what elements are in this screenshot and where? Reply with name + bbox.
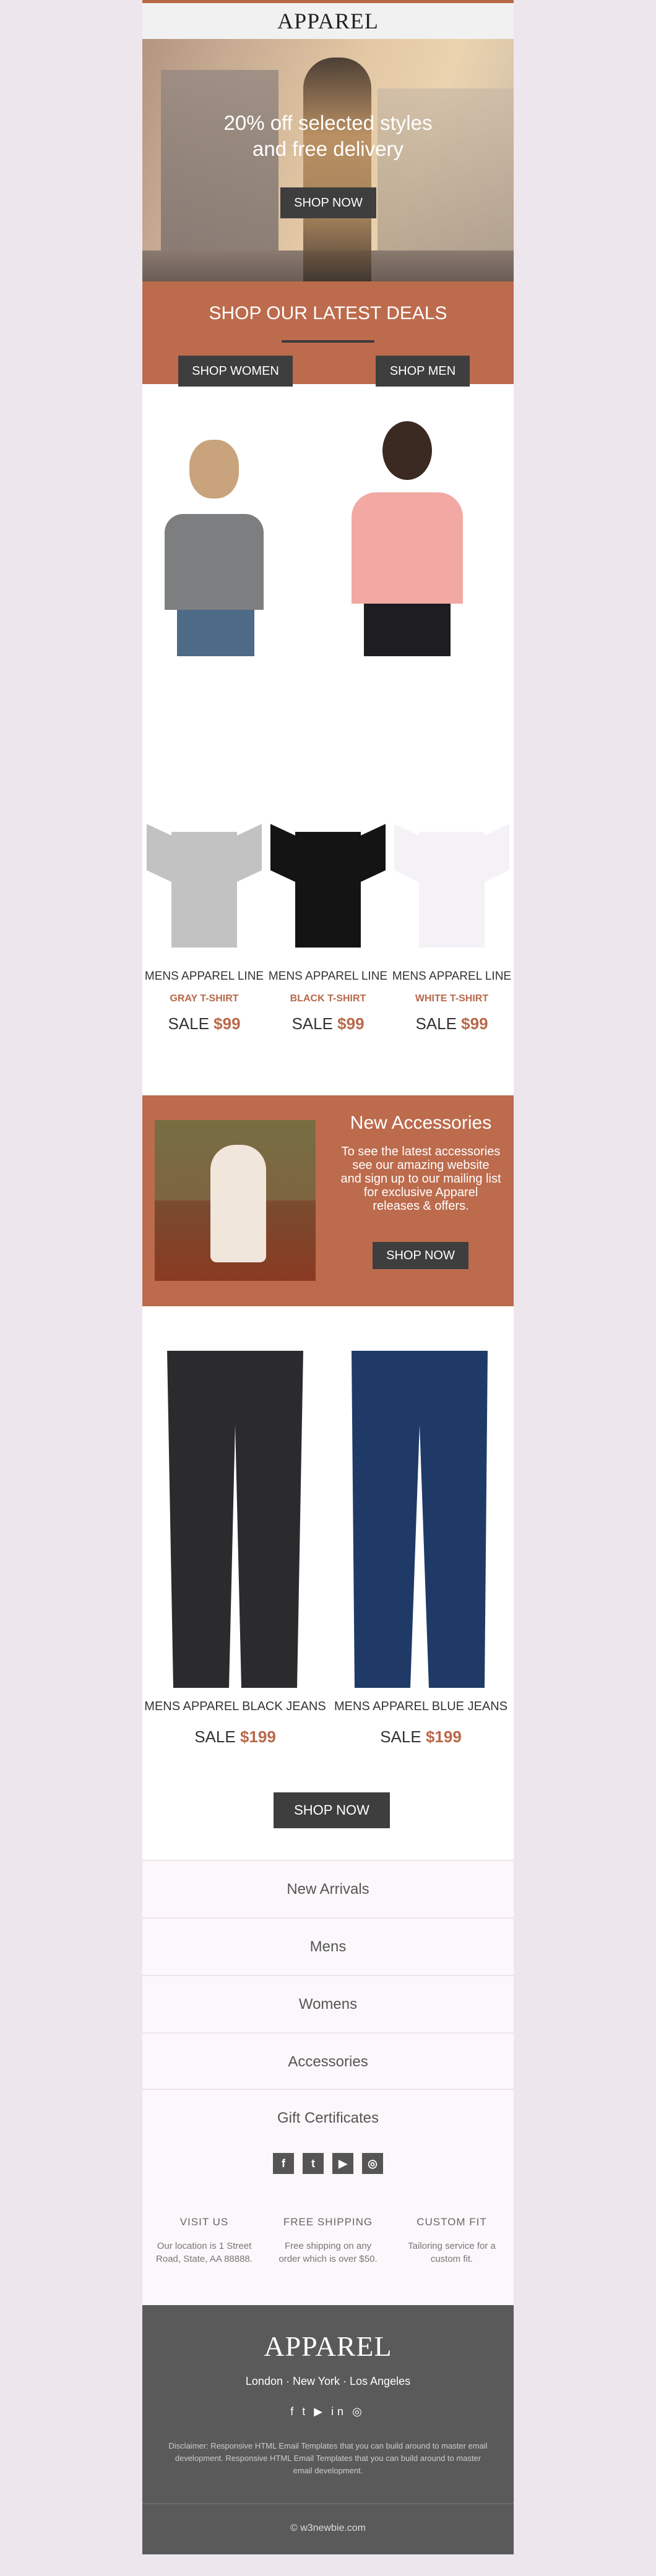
price-value: $99 [214, 1014, 241, 1033]
hero-headline-line2: and free delivery [252, 137, 404, 160]
men-model-pants [364, 604, 451, 656]
men-model-shirt [352, 492, 463, 604]
info-text: Our location is 1 Street Road, State, AA… [156, 2241, 252, 2264]
product-card: MENS APPAREL LINE WHITE T-SHIRT SALE $99 [390, 824, 514, 1033]
jeans-price: SALE $199 [328, 1727, 514, 1747]
men-model-image[interactable] [345, 421, 469, 669]
nav-item-mens[interactable]: Mens [142, 1917, 514, 1975]
brand-logo[interactable]: APPAREL [277, 8, 379, 34]
product-color[interactable]: WHITE T-SHIRT [390, 993, 514, 1004]
product-image-black-tshirt[interactable] [270, 824, 386, 948]
header: APPAREL [142, 3, 514, 39]
jeans-name: MENS APPAREL BLUE JEANS [334, 1700, 508, 1713]
nav-item-womens[interactable]: Womens [142, 1975, 514, 2032]
instagram-icon[interactable]: ◎ [352, 2405, 366, 2418]
shirt-body [171, 832, 237, 948]
info-custom-fit: CUSTOM FIT Tailoring service for a custo… [390, 2189, 514, 2305]
info-heading: VISIT US [179, 2216, 229, 2228]
social-links: f t ▶ ◎ [142, 2146, 514, 2189]
info-text: Free shipping on any order which is over… [278, 2241, 378, 2264]
footer-copyright[interactable]: © w3newbie.com [142, 2503, 514, 2534]
black-jeans-graphic [167, 1351, 303, 1688]
price-value: $199 [425, 1727, 462, 1746]
accessories-title: New Accessories [350, 1113, 492, 1133]
info-free-shipping: FREE SHIPPING Free shipping on any order… [266, 2189, 390, 2305]
women-model-jeans [177, 610, 254, 656]
hero-headline: 20% off selected styles and free deliver… [142, 110, 514, 162]
price-value: $99 [337, 1014, 365, 1033]
hero-shop-now-button[interactable]: SHOP NOW [280, 187, 376, 218]
sale-label: SALE [415, 1014, 457, 1033]
footer: APPAREL London · New York · Los Angeles … [142, 2305, 514, 2554]
product-card: MENS APPAREL LINE GRAY T-SHIRT SALE $99 [142, 824, 266, 1033]
accessories-image[interactable] [155, 1120, 316, 1281]
sale-label: SALE [194, 1727, 236, 1746]
sale-label: SALE [291, 1014, 333, 1033]
footer-social-links: f t ▶ in ◎ [142, 2405, 514, 2418]
hero-banner: 20% off selected styles and free deliver… [142, 39, 514, 281]
blue-jeans-graphic [352, 1351, 488, 1688]
youtube-icon[interactable]: ▶ [314, 2405, 326, 2418]
jeans-price: SALE $199 [142, 1727, 328, 1747]
category-section [142, 384, 514, 722]
shop-women-button[interactable]: SHOP WOMEN [178, 356, 293, 387]
footer-brand-logo[interactable]: APPAREL [142, 2330, 514, 2363]
email-container: APPAREL 20% off selected styles and free… [142, 0, 514, 2554]
product-name: MENS APPAREL LINE [392, 970, 512, 983]
men-model-head [382, 421, 432, 480]
shop-men-button[interactable]: SHOP MEN [376, 356, 470, 387]
product-card: MENS APPAREL LINE BLACK T-SHIRT SALE $99 [266, 824, 390, 1033]
accessories-shop-now-button[interactable]: SHOP NOW [373, 1242, 468, 1269]
nav-item-accessories[interactable]: Accessories [142, 2032, 514, 2090]
women-model-image[interactable] [152, 440, 276, 687]
info-visit-us: VISIT US Our location is 1 Street Road, … [142, 2189, 266, 2305]
info-heading: CUSTOM FIT [416, 2216, 487, 2228]
deals-divider [282, 340, 374, 343]
info-heading: FREE SHIPPING [283, 2216, 373, 2228]
jeans-name: MENS APPAREL BLACK JEANS [144, 1700, 326, 1713]
nav-item-gift-certificates[interactable]: Gift Certificates [142, 2089, 514, 2146]
shirt-body [419, 832, 485, 948]
hero-headline-line1: 20% off selected styles [223, 111, 433, 134]
footer-cities: London · New York · Los Angeles [245, 2375, 411, 2387]
product-name: MENS APPAREL LINE [144, 970, 264, 983]
accessories-banner: New Accessories To see the latest access… [142, 1095, 514, 1306]
sale-label: SALE [168, 1014, 209, 1033]
twitter-icon[interactable]: t [302, 2405, 309, 2418]
product-color[interactable]: GRAY T-SHIRT [142, 993, 266, 1004]
price-value: $199 [240, 1727, 276, 1746]
hero-building-image [161, 70, 278, 255]
product-color[interactable]: BLACK T-SHIRT [266, 993, 390, 1004]
shirt-body [295, 832, 361, 948]
youtube-icon[interactable]: ▶ [332, 2153, 353, 2174]
facebook-icon[interactable]: f [273, 2153, 294, 2174]
price-value: $99 [461, 1014, 488, 1033]
women-model-shirt [165, 514, 264, 610]
product-name: MENS APPAREL LINE [268, 970, 388, 983]
instagram-icon[interactable]: ◎ [362, 2153, 383, 2174]
accessories-description: To see the latest accessories see our am… [340, 1145, 501, 1213]
product-image-black-jeans[interactable] [155, 1351, 316, 1691]
accessories-image-model [210, 1145, 266, 1262]
product-image-white-tshirt[interactable] [394, 824, 509, 948]
sale-label: SALE [380, 1727, 421, 1746]
hero-model-image [303, 58, 371, 281]
footer-disclaimer: Disclaimer: Responsive HTML Email Templa… [168, 2441, 488, 2475]
linkedin-icon[interactable]: in [331, 2405, 347, 2418]
jeans-shop-now-button[interactable]: SHOP NOW [274, 1792, 390, 1828]
product-price: SALE $99 [142, 1014, 266, 1033]
product-price: SALE $99 [390, 1014, 514, 1033]
product-image-blue-jeans[interactable] [339, 1351, 500, 1691]
facebook-icon[interactable]: f [290, 2405, 297, 2418]
product-image-gray-tshirt[interactable] [147, 824, 262, 948]
product-price: SALE $99 [266, 1014, 390, 1033]
deals-title: SHOP OUR LATEST DEALS [209, 303, 447, 323]
info-text: Tailoring service for a custom fit. [408, 2241, 496, 2264]
nav-item-new-arrivals[interactable]: New Arrivals [142, 1860, 514, 1917]
women-model-head [189, 440, 239, 499]
twitter-icon[interactable]: t [303, 2153, 324, 2174]
